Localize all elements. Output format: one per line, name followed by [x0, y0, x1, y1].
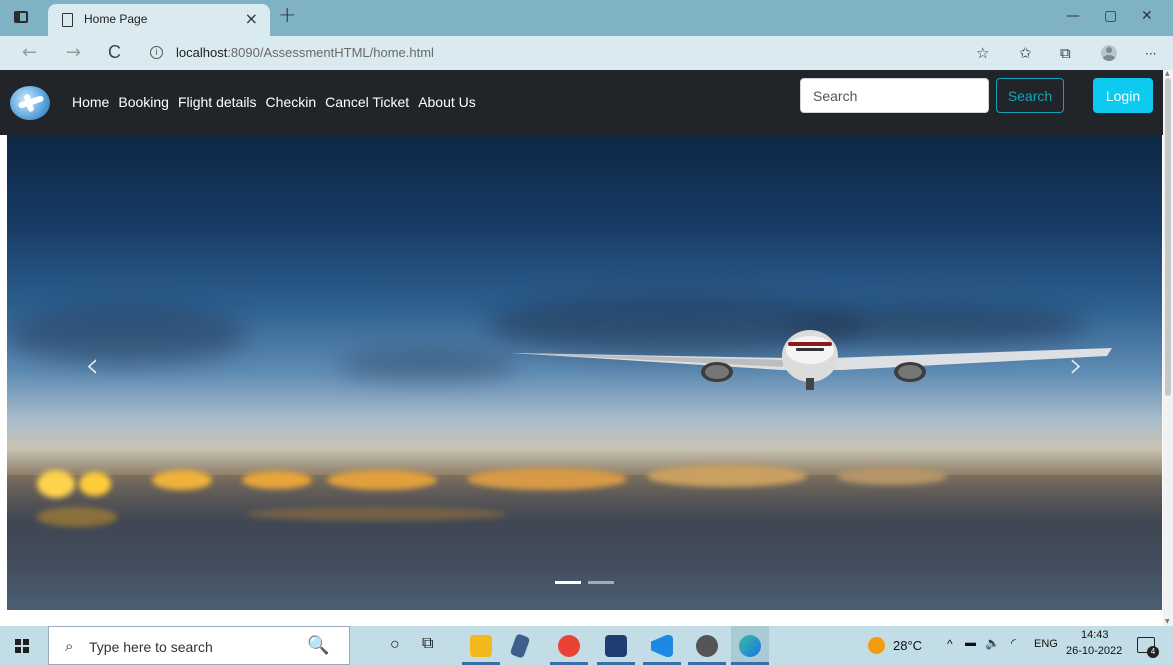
- carousel-indicator-2[interactable]: [588, 581, 614, 584]
- bokeh-light: [37, 470, 75, 498]
- windows-start-icon[interactable]: [15, 639, 29, 653]
- tab-title: Home Page: [84, 12, 148, 26]
- maximize-button[interactable]: ▢: [1104, 8, 1117, 24]
- nav-link-booking[interactable]: Booking: [118, 94, 169, 110]
- task-view-icon[interactable]: ⧉: [422, 635, 433, 653]
- nav-link-checkin[interactable]: Checkin: [266, 94, 317, 110]
- scroll-up-arrow-icon[interactable]: ▲: [1165, 70, 1170, 77]
- new-tab-button[interactable]: +: [278, 3, 296, 28]
- bokeh-reflection: [247, 507, 507, 521]
- clock-time[interactable]: 14:43: [1081, 629, 1109, 641]
- favorites-icon[interactable]: ✩: [1019, 44, 1032, 62]
- taskbar-search-box[interactable]: ⌕ Type here to search 🔍: [48, 626, 350, 665]
- refresh-button[interactable]: C: [108, 42, 121, 63]
- weather-sun-icon[interactable]: [868, 637, 885, 654]
- back-button[interactable]: ←: [22, 42, 37, 63]
- site-navbar: Home Booking Flight details Checkin Canc…: [0, 70, 1163, 135]
- cortana-icon[interactable]: ○: [390, 636, 400, 654]
- tab-actions-icon[interactable]: [14, 11, 28, 23]
- more-menu-icon[interactable]: ···: [1145, 47, 1156, 61]
- scroll-thumb[interactable]: [1165, 78, 1171, 396]
- tab-home-page[interactable]: Home Page ×: [48, 4, 270, 36]
- bokeh-light: [242, 471, 312, 489]
- scroll-down-arrow-icon[interactable]: ▼: [1165, 618, 1170, 625]
- collections-icon[interactable]: ⧉: [1060, 44, 1071, 62]
- hero-carousel: ‹ ›: [7, 135, 1162, 610]
- site-info-icon[interactable]: i: [150, 46, 163, 59]
- taskbar-search-placeholder: Type here to search: [89, 639, 213, 655]
- carousel-next-button[interactable]: ›: [1069, 345, 1083, 386]
- bokeh-light: [837, 467, 947, 485]
- cloud-shape: [337, 350, 517, 380]
- nav-link-cancel-ticket[interactable]: Cancel Ticket: [325, 94, 409, 110]
- nav-link-home[interactable]: Home: [72, 94, 109, 110]
- browser-tab-bar: Home Page × + — ▢ ✕: [0, 0, 1173, 36]
- forward-button[interactable]: →: [66, 42, 81, 63]
- search-highlight-icon[interactable]: 🔍: [307, 635, 329, 656]
- nav-link-flight-details[interactable]: Flight details: [178, 94, 257, 110]
- login-button[interactable]: Login: [1093, 78, 1153, 113]
- blurred-runway: [7, 475, 1162, 610]
- url-field[interactable]: localhost:8090/AssessmentHTML/home.html: [176, 45, 434, 60]
- notepad-icon[interactable]: [509, 633, 531, 659]
- airplane-logo-icon[interactable]: [10, 86, 50, 120]
- carousel-indicator-1[interactable]: [555, 581, 581, 584]
- battery-icon[interactable]: ▬: [965, 637, 976, 649]
- language-indicator[interactable]: ENG: [1034, 638, 1058, 650]
- vscode-icon[interactable]: [651, 635, 673, 657]
- url-path: :8090/AssessmentHTML/home.html: [227, 45, 434, 60]
- nav-links: Home Booking Flight details Checkin Canc…: [72, 94, 485, 110]
- wifi-icon[interactable]: ◜: [1011, 636, 1016, 650]
- add-favorite-icon[interactable]: ☆: [976, 44, 989, 62]
- speaker-muted-icon[interactable]: 🔈: [985, 636, 1000, 650]
- url-host: localhost: [176, 45, 228, 60]
- browser-address-bar: ← → C i localhost:8090/AssessmentHTML/ho…: [0, 36, 1173, 70]
- file-explorer-icon[interactable]: [470, 635, 492, 657]
- bokeh-light: [79, 472, 111, 496]
- bokeh-light: [327, 470, 437, 490]
- search-icon: ⌕: [65, 637, 74, 655]
- carousel-prev-button[interactable]: ‹: [85, 345, 99, 386]
- page-scrollbar[interactable]: ▲ ▼: [1163, 70, 1173, 626]
- bokeh-light: [152, 470, 212, 490]
- bokeh-light: [467, 468, 627, 490]
- clock-date[interactable]: 26-10-2022: [1066, 645, 1122, 657]
- minimize-button[interactable]: —: [1066, 8, 1080, 24]
- close-window-button[interactable]: ✕: [1141, 8, 1153, 24]
- terminal-icon[interactable]: [605, 635, 627, 657]
- search-button[interactable]: Search: [996, 78, 1064, 113]
- tab-close-button[interactable]: ×: [245, 9, 258, 28]
- nav-link-about-us[interactable]: About Us: [418, 94, 476, 110]
- edge-browser-icon[interactable]: [739, 635, 761, 657]
- settings-gear-icon[interactable]: [696, 635, 718, 657]
- notification-badge: 4: [1147, 646, 1159, 658]
- chevron-up-icon[interactable]: ^: [947, 637, 953, 651]
- chrome-icon[interactable]: [558, 635, 580, 657]
- cloud-shape: [7, 305, 247, 365]
- bokeh-light: [647, 465, 807, 487]
- bokeh-reflection: [37, 507, 117, 527]
- profile-avatar[interactable]: [1101, 45, 1117, 61]
- page-icon: [62, 13, 73, 27]
- airplane-image: [512, 330, 1112, 390]
- page-viewport: Home Booking Flight details Checkin Canc…: [0, 70, 1163, 626]
- temperature-label[interactable]: 28°C: [893, 638, 922, 653]
- search-input[interactable]: [800, 78, 989, 113]
- windows-taskbar: ⌕ Type here to search 🔍 ○ ⧉ 28°C ^ ▬ 🔈 ◜…: [0, 626, 1173, 665]
